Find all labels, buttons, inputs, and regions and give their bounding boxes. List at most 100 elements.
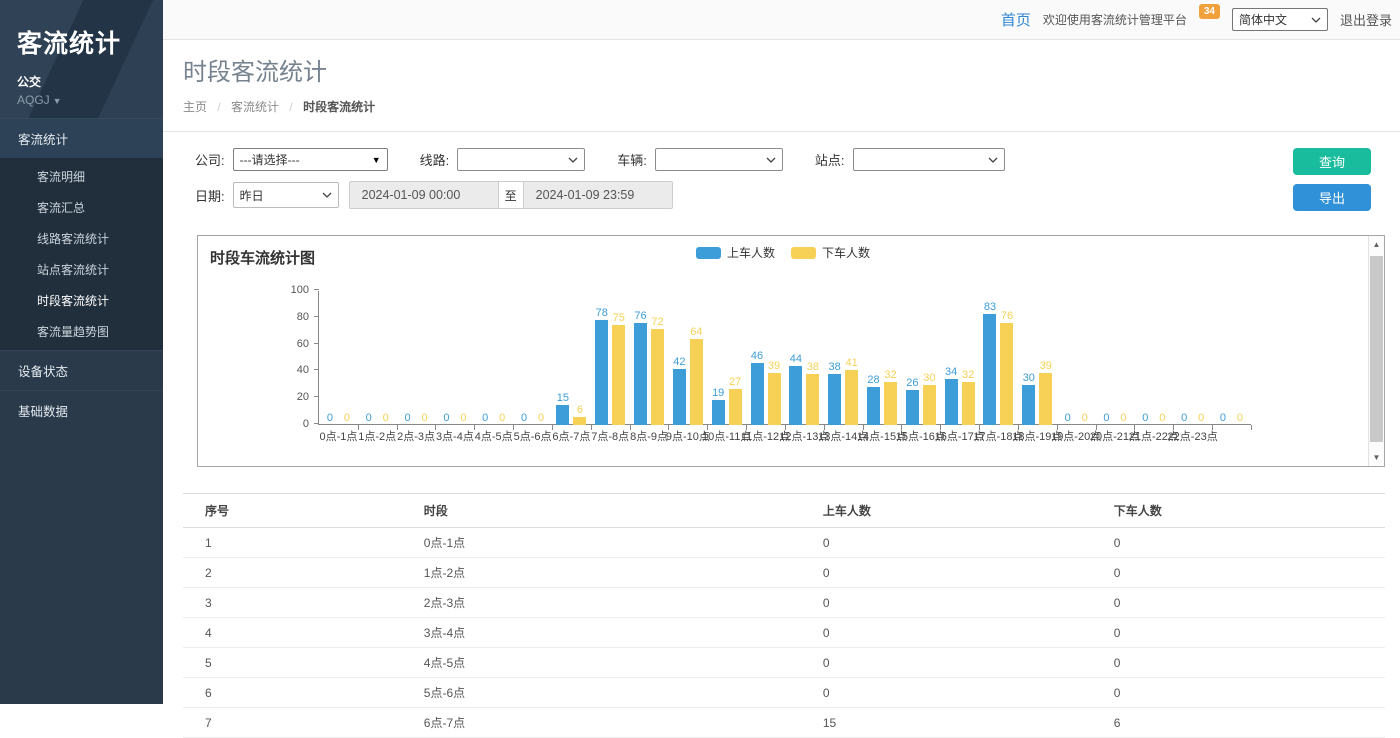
bar-上车人数[interactable] — [789, 366, 802, 425]
bar-下车人数[interactable] — [690, 339, 703, 425]
sidebar-item-站点客流统计[interactable]: 站点客流统计 — [0, 254, 163, 285]
bar-下车人数[interactable] — [729, 389, 742, 425]
home-link[interactable]: 首页 — [1001, 9, 1031, 30]
bar-下车人数[interactable] — [884, 382, 897, 425]
bar-column: 64 — [690, 326, 703, 425]
date-from-input[interactable]: 2024-01-09 00:00 — [350, 182, 498, 208]
bar-上车人数[interactable] — [673, 369, 686, 425]
bar-上车人数[interactable] — [945, 379, 958, 425]
bar-下车人数[interactable] — [612, 325, 625, 426]
filter-panel: 公司: ---请选择--- ▼ 线路: 车辆: 站点: 日期: — [183, 132, 1385, 209]
bar-column: 0 — [1100, 412, 1113, 425]
sidebar-item-客流明细[interactable]: 客流明细 — [0, 161, 163, 192]
chart-category-3点-4点: 003点-4点 — [435, 291, 474, 425]
table-cell: 4点-5点 — [414, 648, 813, 678]
bar-下车人数[interactable] — [962, 382, 975, 425]
bar-value-label: 0 — [460, 412, 466, 425]
app-title: 客流统计 — [17, 24, 147, 60]
table-cell: 4 — [183, 618, 414, 648]
scrollbar-thumb[interactable] — [1370, 256, 1383, 442]
scroll-up-icon[interactable]: ▲ — [1369, 240, 1384, 249]
logout-link[interactable]: 退出登录 — [1340, 10, 1392, 29]
sidebar-item-线路客流统计[interactable]: 线路客流统计 — [0, 223, 163, 254]
company-select[interactable]: ---请选择--- ▼ — [233, 148, 388, 171]
table-cell: 0 — [813, 618, 1104, 648]
bar-上车人数[interactable] — [1022, 385, 1035, 425]
table-cell: 0 — [813, 588, 1104, 618]
line-select[interactable] — [457, 148, 585, 171]
chart-category-10点-11点: 192710点-11点 — [707, 291, 746, 425]
bar-上车人数[interactable] — [556, 405, 569, 425]
sidebar-section-基础数据[interactable]: 基础数据 — [0, 390, 163, 430]
notification-badge[interactable]: 34 — [1199, 4, 1220, 19]
date-preset-select[interactable]: 昨日 — [233, 182, 339, 208]
bar-下车人数[interactable] — [845, 370, 858, 425]
breadcrumb-home[interactable]: 主页 — [183, 100, 207, 114]
table-row: 21点-2点00 — [183, 558, 1385, 588]
chart-plot-area: 020406080100000点-1点001点-2点002点-3点003点-4点… — [318, 291, 1251, 425]
bar-value-label: 38 — [807, 361, 819, 374]
chart-category-7点-8点: 78757点-8点 — [591, 291, 630, 425]
sidebar-submenu: 客流明细客流汇总线路客流统计站点客流统计时段客流统计客流量趋势图 — [0, 158, 163, 350]
table-cell: 0 — [813, 648, 1104, 678]
bar-column: 38 — [828, 361, 841, 425]
bar-value-label: 0 — [344, 412, 350, 425]
table-header-row: 序号时段上车人数下车人数 — [183, 494, 1385, 528]
bar-value-label: 32 — [884, 369, 896, 382]
chart-category-19点-20点: 0019点-20点 — [1057, 291, 1096, 425]
bar-上车人数[interactable] — [712, 400, 725, 425]
language-select[interactable]: 简体中文 — [1232, 8, 1328, 31]
bar-column: 0 — [440, 412, 453, 425]
export-button[interactable]: 导出 — [1293, 184, 1371, 211]
table-cell: 7 — [183, 708, 414, 738]
bar-下车人数[interactable] — [573, 417, 586, 425]
vehicle-select[interactable] — [655, 148, 783, 171]
scroll-down-icon[interactable]: ▼ — [1369, 453, 1384, 462]
org-code-dropdown[interactable]: AQGJ▼ — [17, 93, 147, 107]
legend-item-上车人数[interactable]: 上车人数 — [696, 244, 775, 261]
table-cell: 0 — [813, 558, 1104, 588]
bar-value-label: 28 — [867, 374, 879, 387]
bar-下车人数[interactable] — [1039, 373, 1052, 425]
bar-上车人数[interactable] — [906, 390, 919, 425]
table-row: 65点-6点00 — [183, 678, 1385, 708]
bar-下车人数[interactable] — [806, 374, 819, 425]
language-select-value: 简体中文 — [1239, 11, 1287, 28]
sidebar-menu: 客流统计客流明细客流汇总线路客流统计站点客流统计时段客流统计客流量趋势图设备状态… — [0, 118, 163, 430]
bar-下车人数[interactable] — [651, 329, 664, 425]
date-to-input[interactable]: 2024-01-09 23:59 — [524, 182, 672, 208]
bar-value-label: 41 — [846, 357, 858, 370]
bar-column: 26 — [906, 377, 919, 425]
chart-category-13点-14点: 384113点-14点 — [824, 291, 863, 425]
station-select[interactable] — [853, 148, 1005, 171]
sidebar-section-设备状态[interactable]: 设备状态 — [0, 350, 163, 390]
bar-下车人数[interactable] — [923, 385, 936, 425]
chart-category-1点-2点: 001点-2点 — [358, 291, 397, 425]
bar-下车人数[interactable] — [1000, 323, 1013, 425]
sidebar-item-客流量趋势图[interactable]: 客流量趋势图 — [0, 316, 163, 347]
bar-上车人数[interactable] — [595, 320, 608, 425]
sidebar-section-客流统计[interactable]: 客流统计 — [0, 118, 163, 158]
bar-value-label: 46 — [751, 350, 763, 363]
bar-上车人数[interactable] — [867, 387, 880, 425]
breadcrumb-section[interactable]: 客流统计 — [231, 100, 279, 114]
sidebar-item-客流汇总[interactable]: 客流汇总 — [0, 192, 163, 223]
legend-item-下车人数[interactable]: 下车人数 — [791, 244, 870, 261]
bar-上车人数[interactable] — [828, 374, 841, 425]
chart-category-14点-15点: 283214点-15点 — [863, 291, 902, 425]
action-buttons: 查询 导出 — [1293, 148, 1371, 211]
sidebar-item-时段客流统计[interactable]: 时段客流统计 — [0, 285, 163, 316]
bar-下车人数[interactable] — [768, 373, 781, 425]
bar-上车人数[interactable] — [751, 363, 764, 425]
bar-上车人数[interactable] — [634, 323, 647, 425]
bar-column: 0 — [418, 412, 431, 425]
chart-category-8点-9点: 76728点-9点 — [630, 291, 669, 425]
bar-column: 0 — [340, 412, 353, 425]
breadcrumb: 主页 / 客流统计 / 时段客流统计 — [183, 98, 1385, 115]
topbar: 首页 欢迎使用客流统计管理平台 34 简体中文 退出登录 — [163, 0, 1400, 40]
bar-上车人数[interactable] — [983, 314, 996, 425]
y-axis-tick-label: 60 — [273, 338, 309, 350]
query-button[interactable]: 查询 — [1293, 148, 1371, 175]
table-cell: 3点-4点 — [414, 618, 813, 648]
chart-scrollbar[interactable]: ▲ ▼ — [1368, 236, 1384, 466]
